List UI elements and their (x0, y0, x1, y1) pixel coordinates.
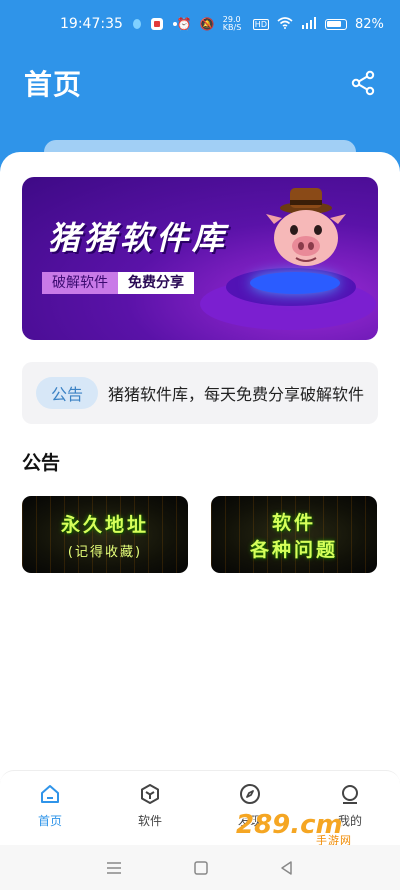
profile-icon (342, 785, 358, 804)
battery-level: 82% (354, 16, 384, 32)
notice-marquee-text: 猪猪软件库，每天免费分享破解软件 (108, 385, 365, 404)
compass-icon (240, 784, 260, 804)
page-title: 首页 (24, 68, 83, 101)
menu-icon[interactable] (105, 861, 123, 875)
nav-label: 软件 (137, 814, 162, 828)
notice-chip: 公告 (36, 377, 98, 409)
wifi-icon (277, 16, 293, 32)
section-title: 公告 (22, 452, 61, 474)
battery-icon (324, 18, 347, 30)
banner-tag-right: 免费分享 (118, 272, 194, 294)
home-square-icon[interactable] (193, 860, 209, 876)
hd-icon: HD (252, 18, 269, 30)
tile-software-issues[interactable]: 软件 各种问题 (211, 496, 377, 573)
nav-item-software[interactable]: 软件 (110, 782, 190, 829)
app-header: 首页 (0, 48, 400, 118)
home-icon (41, 785, 59, 803)
pig-mascot-icon (266, 188, 346, 266)
mute-icon: 🔕 (199, 17, 215, 31)
banner-tags: 破解软件 免费分享 (42, 272, 194, 294)
tile-title: 永久地址 (60, 513, 149, 536)
share-icon (351, 70, 375, 96)
status-right: ⏰ 🔕 29.0 KB/S HD 82% (177, 16, 384, 32)
tile-title: 软件 (271, 511, 316, 534)
tile-subtitle: 各种问题 (249, 538, 338, 561)
notification-app-icon (150, 18, 163, 30)
tile-subtitle: (记得收藏) (67, 544, 143, 560)
notice-bar[interactable]: 公告 猪猪软件库，每天免费分享破解软件 (22, 362, 378, 424)
status-left: 19:47:35 (60, 16, 177, 32)
banner-tag-left: 破解软件 (42, 272, 118, 294)
alarm-icon: ⏰ (176, 17, 192, 31)
nav-item-home[interactable]: 首页 (10, 782, 90, 829)
tile-permanent-address[interactable]: 永久地址 (记得收藏) (22, 496, 188, 573)
nav-label: 首页 (37, 814, 62, 828)
cube-icon (141, 784, 159, 804)
notification-drop-icon (132, 19, 141, 29)
back-icon[interactable] (279, 860, 295, 876)
status-time: 19:47:35 (60, 16, 123, 32)
system-navigation-bar (0, 845, 400, 890)
share-button[interactable] (348, 68, 378, 98)
cellular-signal-icon (301, 16, 317, 32)
status-bar: 19:47:35 ⏰ 🔕 29.0 KB/S HD 82% (0, 0, 400, 48)
network-speed: 29.0 KB/S (222, 15, 242, 32)
banner-title: 猪猪软件库 (48, 219, 229, 257)
